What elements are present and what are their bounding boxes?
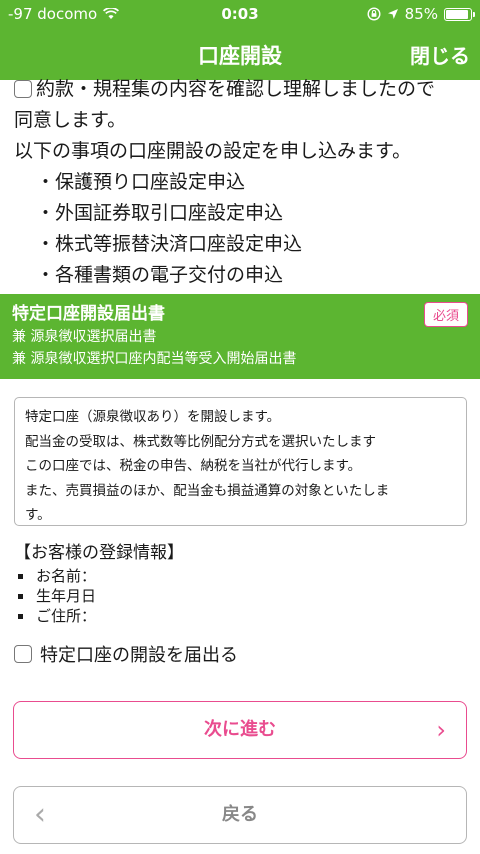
tokutei-checkbox-label: 特定口座の開設を届出る [40, 645, 238, 666]
address-label: ご住所： [18, 606, 96, 626]
agreement-text-1: 約款・規程集の内容を確認し理解しましたので [36, 78, 436, 100]
registration-heading: 【お客様の登録情報】 [14, 543, 184, 563]
registration-list: お名前： 生年月日 ご住所： [18, 566, 96, 626]
notice-line: また、売買損益のほか、配当金も損益通算の対象といたしま [25, 482, 390, 499]
next-button-label: 次に進む [204, 719, 276, 740]
section-subtitle-1: 兼 源泉徴収選択届出書 [12, 329, 157, 345]
tokutei-checkbox[interactable] [14, 645, 32, 663]
back-button[interactable]: ‹ 戻る [13, 786, 467, 844]
status-bar: -97 docomo 0:03 85% [0, 0, 480, 28]
section-subtitle-2: 兼 源泉徴収選択口座内配当等受入開始届出書 [12, 351, 297, 367]
notice-line: 特定口座（源泉徴収あり）を開設します。 [25, 409, 281, 425]
chevron-left-icon: ‹ [34, 797, 46, 832]
notice-line: この口座では、税金の申告、納税を当社が代行します。 [25, 458, 362, 475]
battery-percent: 85% [404, 5, 438, 23]
list-item: 外国証券取引口座設定申込 [36, 198, 474, 229]
section-title: 特定口座開設届出書 [12, 304, 165, 324]
page-title: 口座開設 [198, 44, 282, 68]
application-list: 保護預り口座設定申込 外国証券取引口座設定申込 株式等振替決済口座設定申込 各種… [14, 167, 474, 291]
agreement-line-2: 同意します。 [14, 109, 127, 131]
back-button-label: 戻る [222, 804, 258, 825]
agreement-checkbox[interactable] [14, 80, 32, 98]
agreement-block: 約款・規程集の内容を確認し理解しましたので 同意します。 以下の事項の口座開設の… [14, 74, 474, 291]
tokutei-checkbox-row[interactable]: 特定口座の開設を届出る [14, 641, 238, 667]
close-button[interactable]: 閉じる [410, 40, 470, 69]
location-arrow-icon [387, 9, 398, 19]
list-item: 各種書類の電子交付の申込 [36, 260, 474, 291]
next-button[interactable]: 次に進む › [13, 701, 467, 759]
status-right: 85% [367, 5, 475, 23]
section-header: 特定口座開設届出書 必須 兼 源泉徴収選択届出書 兼 源泉徴収選択口座内配当等受… [0, 294, 480, 379]
notice-line: す。 [25, 507, 51, 524]
chevron-right-icon: › [436, 716, 446, 744]
orientation-lock-icon [367, 7, 381, 21]
battery-icon [444, 7, 475, 21]
notice-box[interactable]: 特定口座（源泉徴収あり）を開設します。 配当金の受取は、株式数等比例配分方式を選… [14, 397, 467, 526]
birthdate-label: 生年月日 [18, 586, 96, 606]
required-badge: 必須 [423, 302, 468, 327]
notice-line: 配当金の受取は、株式数等比例配分方式を選択いたします [25, 433, 376, 450]
agreement-line-1: 約款・規程集の内容を確認し理解しましたので [14, 74, 474, 105]
list-item: 保護預り口座設定申込 [36, 167, 474, 198]
name-label: お名前： [18, 566, 96, 586]
nav-bar: 口座開設 閉じる [0, 28, 480, 80]
list-item: 株式等振替決済口座設定申込 [36, 229, 474, 260]
agreement-line-3: 以下の事項の口座開設の設定を申し込みます。 [14, 140, 412, 162]
battery-fill [446, 9, 469, 19]
